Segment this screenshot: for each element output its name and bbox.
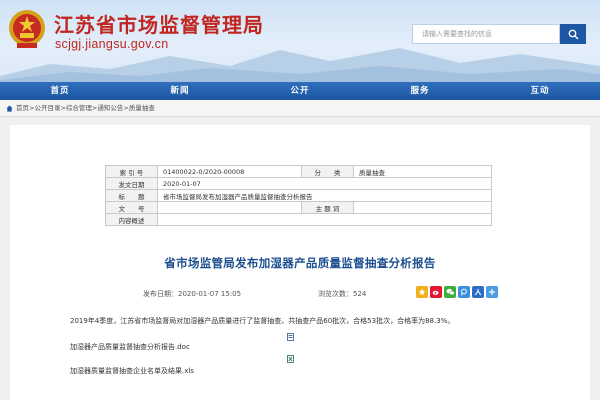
share-bar [416,286,498,298]
meta-date-label: 发文日期 [105,177,158,190]
nav-public[interactable]: 公开 [240,82,360,100]
breadcrumb: 首页>公开目录>综合管理>通知公告>质量抽查 [0,100,600,117]
publish-label: 发布日期： [143,290,178,298]
meta-docno-value [157,201,302,214]
main-nav: 首页 新闻 公开 服务 互动 [0,82,600,100]
nav-interaction[interactable]: 互动 [480,82,600,100]
tencent-weibo-icon[interactable] [458,286,470,298]
article-title: 省市场监管局发布加湿器产品质量监督抽查分析报告 [164,256,436,270]
nav-service[interactable]: 服务 [360,82,480,100]
renren-icon[interactable] [472,286,484,298]
more-share-icon[interactable] [486,286,498,298]
search-button[interactable] [560,24,586,44]
article-summary: 2019年4季度，江苏省市场监督局对加湿器产品质量进行了监督抽查。共抽查产品60… [70,317,455,325]
meta-summary-value [157,213,492,226]
breadcrumb-quality-inspection[interactable]: 质量抽查 [129,104,155,112]
search-icon [568,29,578,39]
meta-date-value: 2020-01-07 [157,177,492,190]
meta-index-label: 索 引 号 [105,165,158,178]
site-title: 江苏省市场监督管理局 [54,13,264,37]
home-icon [6,104,13,112]
meta-subject-label: 主 题 词 [301,201,354,214]
publish-time: 2020-01-07 15:05 [178,290,242,298]
view-count: 浏览次数：524 [318,289,366,299]
views-label: 浏览次数： [318,290,353,298]
weibo-icon[interactable] [430,286,442,298]
document-meta-table: 索 引 号 01400022-0/2020-00008 分 类 质量抽查 发文日… [105,165,492,226]
site-header: 江苏省市场监督管理局 scjgj.jiangsu.gov.cn 请输入需要查找的… [0,0,600,82]
meta-category-label: 分 类 [301,165,354,178]
meta-index-value: 01400022-0/2020-00008 [157,165,302,178]
meta-summary-label: 内容概述 [105,213,158,226]
meta-title-label: 标 题 [105,189,158,202]
meta-subject-value [353,201,492,214]
nav-news[interactable]: 新闻 [120,82,240,100]
wechat-icon[interactable] [444,286,456,298]
excel-file-icon [287,355,294,363]
breadcrumb-home[interactable]: 首页 [16,104,29,112]
breadcrumb-public-catalog[interactable]: 公开目录 [34,104,60,112]
views-count: 524 [353,290,367,298]
meta-category-value: 质量抽查 [353,165,492,178]
site-domain: scjgj.jiangsu.gov.cn [55,37,169,51]
search-input[interactable]: 请输入需要查找的信息 [412,24,560,44]
attachment-result-xls[interactable]: 加湿器质量监督抽查企业名单及结果.xls [70,366,194,376]
attachment-report-doc[interactable]: 加湿器产品质量监督抽查分析报告.doc [70,342,190,352]
word-file-icon [287,333,294,341]
breadcrumb-notices[interactable]: 通知公告 [97,104,123,112]
meta-title-value: 省市场监督局发布加湿器产品质量监督抽查分析报告 [157,189,492,202]
qzone-icon[interactable] [416,286,428,298]
nav-home[interactable]: 首页 [0,82,120,100]
national-emblem-icon [9,10,45,48]
publish-info: 发布日期：2020-01-07 15:05 [143,289,241,299]
meta-docno-label: 文 号 [105,201,158,214]
breadcrumb-general-management[interactable]: 综合管理 [66,104,92,112]
